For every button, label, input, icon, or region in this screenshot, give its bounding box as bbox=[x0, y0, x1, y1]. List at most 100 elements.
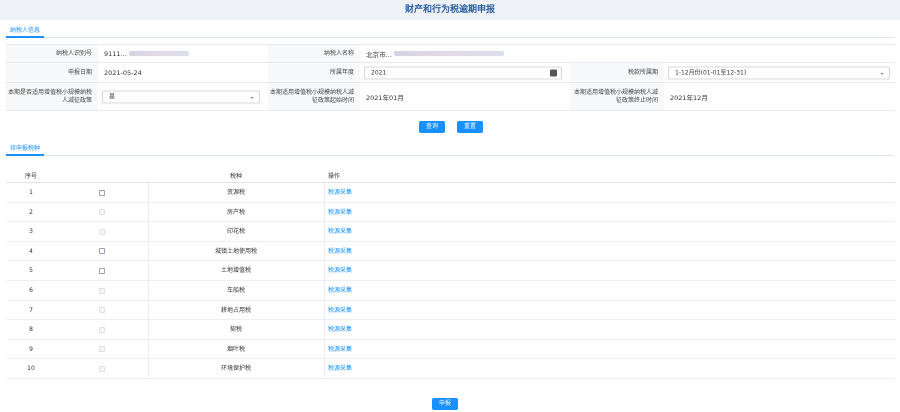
period-select[interactable]: 1-12月份(01-01至12-31) ⌄ bbox=[668, 66, 890, 79]
tax-name: 环境保护税 bbox=[220, 365, 251, 373]
row-checkbox-cell bbox=[56, 320, 148, 339]
collect-source-link[interactable]: 税源采集 bbox=[324, 340, 474, 359]
tax-name: 车船税 bbox=[226, 287, 245, 294]
header-no: 序号 bbox=[24, 173, 37, 180]
collect-source-link[interactable]: 税源采集 bbox=[324, 301, 474, 320]
table-row: 6 车船税 税源采集 bbox=[6, 281, 895, 301]
redacted-mask bbox=[129, 51, 190, 56]
row-checkbox bbox=[99, 287, 105, 294]
tab-pending-taxes[interactable]: 待申报税种 bbox=[6, 142, 45, 156]
table-row: 10 环境保护税 税源采集 bbox=[6, 359, 895, 379]
row-number: 6 bbox=[29, 287, 33, 294]
belong-year-picker[interactable]: 2021 bbox=[364, 66, 562, 79]
small-taxpayer-cell: 是 ⌄ bbox=[98, 83, 268, 110]
row-number: 3 bbox=[29, 228, 33, 236]
taxpayer-id-label: 纳税人识别号 bbox=[6, 45, 98, 62]
policy-end-label: 本期适用增值税小规模纳税人减征政策终止时间 bbox=[570, 83, 664, 110]
row-checkbox-cell bbox=[56, 301, 148, 320]
collect-source-link[interactable]: 税源采集 bbox=[324, 261, 474, 280]
info-row-3: 本期是否适用增值税小规模纳税人减征政策 是 ⌄ 本期适用增值税小规模纳税人减征政… bbox=[6, 83, 895, 111]
table-row: 8 契税 税源采集 bbox=[6, 320, 895, 340]
policy-start-label: 本期适用增值税小规模纳税人减征政策起始时间 bbox=[268, 83, 360, 110]
policy-start-value: 2021年01月 bbox=[366, 93, 404, 102]
collect-source-link[interactable]: 税源采集 bbox=[324, 183, 474, 202]
table-row: 1 资源税 税源采集 bbox=[6, 183, 895, 203]
row-checkbox-cell bbox=[56, 222, 148, 241]
row-checkbox-cell bbox=[56, 203, 148, 222]
row-checkbox bbox=[99, 326, 105, 333]
taxpayer-name-value: 北京市… bbox=[360, 45, 690, 62]
filing-date-label: 申报日期 bbox=[6, 63, 98, 82]
table-row: 2 房产税 税源采集 bbox=[6, 203, 895, 223]
table-row: 9 烟叶税 税源采集 bbox=[6, 340, 895, 360]
row-checkbox[interactable] bbox=[99, 189, 105, 196]
table-row: 5 土地增值税 税源采集 bbox=[6, 261, 895, 281]
column-divider bbox=[148, 183, 149, 379]
belong-year-value: 2021 bbox=[371, 69, 387, 76]
tax-name: 城镇土地使用税 bbox=[214, 247, 257, 255]
tax-name: 土地增值税 bbox=[220, 267, 251, 275]
row-checkbox bbox=[99, 209, 105, 216]
collect-source-link[interactable]: 税源采集 bbox=[324, 203, 474, 222]
small-taxpayer-select[interactable]: 是 ⌄ bbox=[102, 90, 260, 103]
calendar-icon bbox=[550, 69, 557, 76]
table-row: 4 城镇土地使用税 税源采集 bbox=[6, 242, 895, 262]
row-checkbox-cell bbox=[56, 359, 148, 378]
info-row-1: 纳税人识别号 9111… 纳税人名称 北京市… bbox=[6, 45, 895, 63]
row-number: 8 bbox=[29, 326, 33, 334]
header-action: 操作 bbox=[328, 173, 341, 180]
collect-source-link[interactable]: 税源采集 bbox=[324, 222, 474, 241]
row-checkbox-cell bbox=[56, 340, 148, 359]
table-row: 7 耕地占用税 税源采集 bbox=[6, 301, 895, 321]
row-checkbox[interactable] bbox=[99, 267, 105, 274]
tax-name: 印花税 bbox=[226, 228, 245, 236]
page-title: 财产和行为税逾期申报 bbox=[404, 5, 495, 15]
redacted-mask bbox=[394, 51, 504, 56]
taxpayer-id-text: 9111… bbox=[104, 49, 128, 58]
belong-year-label: 所属年度 bbox=[268, 63, 360, 82]
taxpayer-name-label: 纳税人名称 bbox=[268, 45, 360, 62]
taxpayer-info-tabbar: 纳税人信息 bbox=[6, 24, 894, 38]
row-checkbox-cell bbox=[56, 261, 148, 280]
submit-button[interactable]: 申报 bbox=[432, 398, 459, 410]
pending-taxes-tabbar: 待申报税种 bbox=[6, 142, 894, 156]
row-checkbox-cell bbox=[56, 183, 148, 202]
filing-date-value: 2021-05-24 bbox=[104, 68, 142, 77]
row-number: 7 bbox=[29, 306, 33, 314]
tax-name: 房产税 bbox=[226, 208, 245, 216]
period-value: 1-12月份(01-01至12-31) bbox=[675, 69, 747, 76]
chevron-down-icon: ⌄ bbox=[879, 68, 885, 76]
collect-source-link[interactable]: 税源采集 bbox=[324, 320, 474, 339]
belong-year-cell: 2021 bbox=[360, 63, 570, 82]
row-number: 4 bbox=[29, 247, 33, 255]
collect-source-link[interactable]: 税源采集 bbox=[324, 281, 474, 300]
row-checkbox bbox=[99, 346, 105, 353]
column-divider bbox=[324, 183, 325, 379]
taxpayer-id-value: 9111… bbox=[98, 45, 268, 62]
row-checkbox bbox=[99, 228, 105, 235]
tab-taxpayer-info[interactable]: 纳税人信息 bbox=[6, 24, 45, 38]
collect-source-link[interactable]: 税源采集 bbox=[324, 242, 474, 261]
table-row: 3 印花税 税源采集 bbox=[6, 222, 895, 242]
table-header: 序号 税种 操作 bbox=[6, 170, 895, 183]
row-number: 1 bbox=[29, 189, 33, 196]
row-checkbox-cell bbox=[56, 281, 148, 300]
row-checkbox bbox=[99, 365, 105, 372]
query-button[interactable]: 查询 bbox=[419, 121, 446, 133]
taxpayer-name-text: 北京市… bbox=[366, 50, 392, 59]
period-label: 税款所属期 bbox=[570, 63, 664, 82]
reset-button[interactable]: 重置 bbox=[457, 121, 484, 133]
tax-name: 烟叶税 bbox=[226, 345, 245, 353]
row-number: 10 bbox=[27, 365, 35, 373]
row-checkbox[interactable] bbox=[99, 248, 105, 255]
tax-name: 耕地占用税 bbox=[220, 306, 251, 314]
period-cell: 1-12月份(01-01至12-31) ⌄ bbox=[664, 63, 895, 82]
chevron-down-icon: ⌄ bbox=[249, 92, 255, 100]
row-number: 5 bbox=[29, 267, 33, 275]
row-number: 9 bbox=[29, 345, 33, 353]
info-row-2: 申报日期 2021-05-24 所属年度 2021 税款所属期 1-12月份(0… bbox=[6, 63, 895, 83]
small-taxpayer-value: 是 bbox=[109, 93, 116, 100]
taxpayer-info-form: 纳税人识别号 9111… 纳税人名称 北京市… 申报日期 2021-05-24 … bbox=[6, 44, 895, 111]
tax-name: 资源税 bbox=[226, 189, 245, 196]
collect-source-link[interactable]: 税源采集 bbox=[324, 359, 474, 378]
